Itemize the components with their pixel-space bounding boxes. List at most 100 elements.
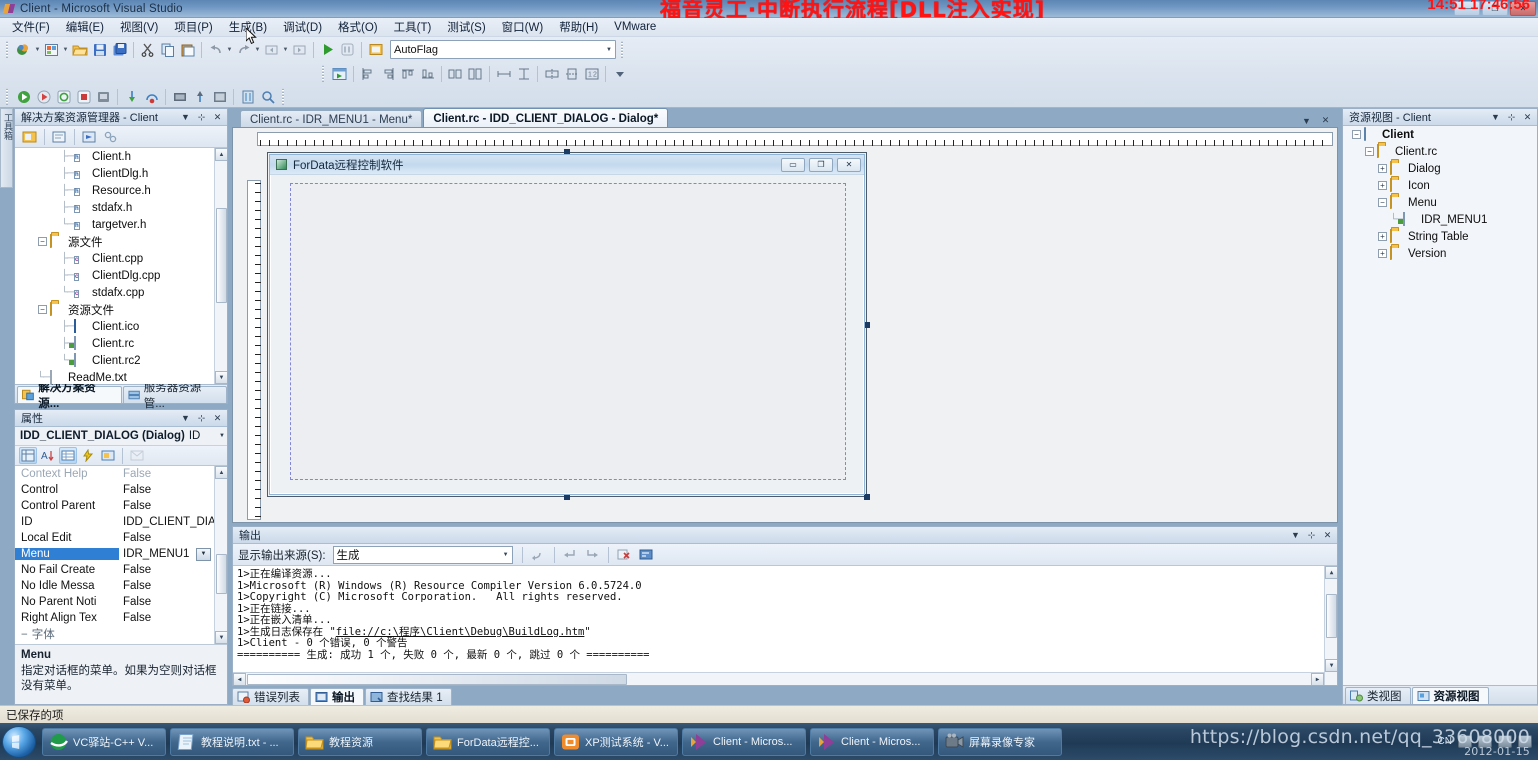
scroll-up-button[interactable]: ▲ [215,466,227,479]
menu-tools[interactable]: 工具(T) [386,17,440,37]
menu-window[interactable]: 窗口(W) [494,17,552,37]
center-horizontal-icon[interactable] [542,64,561,83]
tree-item[interactable]: + String Table [1343,228,1537,245]
pin-icon[interactable]: ⊹ [195,111,208,124]
scroll-down-button[interactable]: ▼ [1325,659,1337,672]
start-debugging-icon[interactable] [318,40,337,59]
properties-scrollbar[interactable]: ▲ ▼ [214,466,227,644]
dialog-preview-window[interactable]: ForData远程控制软件 ▭ ❐ ✕ [269,154,865,495]
output-scrollbar-vertical[interactable]: ▲ ▼ [1324,566,1337,685]
tree-item[interactable]: ├─ h ClientDlg.h [15,165,227,182]
pin-icon[interactable]: ⊹ [195,412,208,425]
taskbar-item[interactable]: ForData远程控... [426,727,550,756]
close-icon[interactable]: ✕ [1521,111,1534,124]
menu-vmware[interactable]: VMware [606,19,664,35]
dialog-design-surface[interactable]: ForData远程控制软件 ▭ ❐ ✕ [267,149,870,500]
threads-window-icon[interactable] [238,87,257,106]
events-button[interactable] [79,447,97,464]
toolbar-gripper[interactable] [619,41,625,58]
step-into-icon[interactable] [122,87,141,106]
property-pages-button[interactable] [99,447,117,464]
toggle-guides-icon[interactable] [514,64,533,83]
navigate-backward-dropdown-arrow[interactable]: ▼ [282,40,289,59]
center-vertical-icon[interactable] [562,64,581,83]
debug-location-icon[interactable] [258,87,277,106]
taskbar-item[interactable]: XP测试系统 - V... [554,727,678,756]
action-center-icon[interactable] [1478,735,1492,748]
chevron-down-icon[interactable]: ▼ [606,47,612,53]
property-row[interactable]: Menu IDR_MENU1 ▼ [15,546,227,562]
solution-configuration-icon[interactable] [366,40,385,59]
tree-expander-icon[interactable]: − [1364,146,1375,157]
menu-test[interactable]: 测试(S) [439,17,493,37]
test-dialog-icon[interactable] [330,64,349,83]
tab-solution-explorer[interactable]: 解决方案资源... [17,382,122,410]
property-row[interactable]: ID IDD_CLIENT_DIA [15,514,227,530]
property-row[interactable]: Control False [15,482,227,498]
tree-item[interactable]: ├─ c Client.cpp [15,250,227,267]
property-dropdown-button[interactable]: ▼ [196,547,211,561]
size-to-content-icon[interactable] [494,64,513,83]
tree-item[interactable]: ├─ c ClientDlg.cpp [15,267,227,284]
taskbar-item[interactable]: Client - Micros... [682,727,806,756]
close-icon[interactable]: ✕ [211,111,224,124]
taskbar-item[interactable]: 屏幕录像专家 [938,727,1062,756]
restart-icon[interactable] [54,87,73,106]
close-icon[interactable]: ✕ [1319,114,1332,127]
tree-expander-icon[interactable]: − [37,304,48,315]
properties-grid[interactable]: Context Help False Control False Control Par… [15,466,227,644]
navigate-forward-icon[interactable] [290,40,309,59]
dialog-close-button[interactable]: ✕ [837,157,861,172]
undo-icon[interactable] [206,40,225,59]
chevron-down-icon[interactable]: ▼ [1489,111,1502,124]
output-source-combo[interactable]: 生成 ▼ [332,545,513,564]
goto-next-icon[interactable] [583,545,602,564]
tree-item[interactable]: + Icon [1343,177,1537,194]
align-rights-icon[interactable] [378,64,397,83]
make-same-height-icon[interactable] [466,64,485,83]
scrollbar-thumb[interactable] [247,674,627,685]
tree-item[interactable]: + Version [1343,245,1537,262]
tree-item[interactable]: ├─ Client.rc [15,335,227,352]
chevron-down-icon[interactable]: ▼ [179,412,192,425]
align-bottoms-icon[interactable] [418,64,437,83]
chevron-down-icon[interactable]: ▼ [219,433,225,439]
show-all-files-icon[interactable] [50,127,69,146]
alphabetical-button[interactable]: A [39,447,57,464]
redo-icon[interactable] [234,40,253,59]
toolbar-gripper[interactable] [4,88,10,105]
pin-icon[interactable]: ⊹ [1505,111,1518,124]
menu-project[interactable]: 项目(P) [166,17,220,37]
paste-icon[interactable] [178,40,197,59]
properties-button[interactable] [59,447,77,464]
scroll-left-button[interactable]: ◀ [233,673,246,685]
property-row[interactable]: Local Edit False [15,530,227,546]
scrollbar-thumb[interactable] [1326,594,1337,638]
property-row[interactable]: No Idle Messa False [15,578,227,594]
stop-debug-icon[interactable] [74,87,93,106]
close-icon[interactable]: ✕ [1321,529,1334,542]
scrollbar-thumb[interactable] [216,554,227,594]
keyboard-icon[interactable] [1458,735,1472,748]
menu-debug[interactable]: 调试(D) [275,17,330,37]
property-row[interactable]: Context Help False [15,466,227,482]
ime-indicator[interactable]: CN [1438,736,1452,747]
taskbar-item[interactable]: 教程说明.txt - ... [170,727,294,756]
align-lefts-icon[interactable] [358,64,377,83]
categorized-button[interactable] [19,447,37,464]
break-all-icon[interactable] [94,87,113,106]
scroll-down-button[interactable]: ▼ [215,631,227,644]
tab-find-results[interactable]: 查找结果 1 [365,687,452,705]
make-same-width-icon[interactable] [446,64,465,83]
menu-view[interactable]: 视图(V) [112,17,166,37]
menu-file[interactable]: 文件(F) [4,17,58,37]
chevron-down-icon[interactable]: ▼ [503,552,509,558]
tree-expander-icon[interactable]: − [37,236,48,247]
solution-explorer-tree[interactable]: ├─ h Client.h ├─ h ClientDlg.h ├─ h Resource.h ├─… [15,148,227,384]
property-row[interactable]: Right Align Tex False [15,610,227,626]
hex-display-icon[interactable] [170,87,189,106]
chevron-down-icon[interactable]: ▼ [1289,529,1302,542]
pin-icon[interactable]: ⊹ [1305,529,1318,542]
tab-error-list[interactable]: 错误列表 [232,687,309,705]
navigate-backward-icon[interactable] [262,40,281,59]
